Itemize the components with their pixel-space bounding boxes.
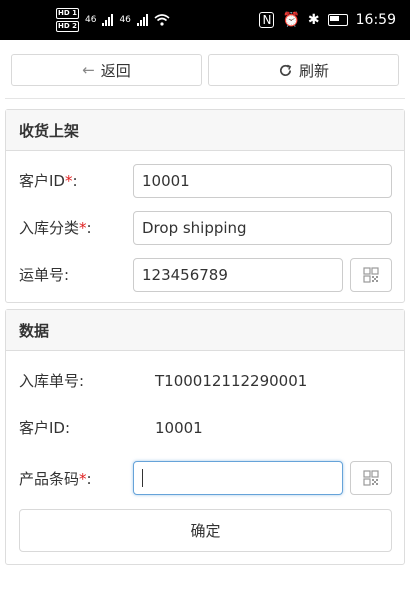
waybill-label: 运单号: — [19, 266, 70, 284]
inbound-no-row: 入库单号: T100012112290001 — [6, 357, 404, 404]
barcode-input[interactable] — [133, 461, 343, 495]
customer-id-row: 客户ID*: 10001 — [6, 157, 404, 204]
scan-qr-button[interactable] — [350, 257, 392, 292]
hd-icon: HD 1 HD 2 — [56, 8, 79, 32]
network-type-1: 46 — [84, 15, 97, 25]
inbound-no-label: 入库单号: — [19, 372, 85, 390]
scan-barcode-button[interactable] — [350, 461, 392, 495]
nfc-icon: N — [259, 12, 275, 28]
refresh-button[interactable]: 刷新 — [208, 54, 399, 86]
customer-id-display-label: 客户ID: — [19, 419, 71, 437]
status-bar: HD 1 HD 2 46 46 N ⏰ ✱ 16:59 — [0, 0, 410, 40]
customer-id-input[interactable]: 10001 — [133, 163, 392, 198]
customer-id-display-row: 客户ID: 10001 — [6, 404, 404, 451]
customer-id-label: 客户ID*: — [19, 172, 78, 190]
status-left: HD 1 HD 2 46 46 — [56, 7, 170, 33]
inbound-no-value: T100012112290001 — [155, 371, 308, 390]
divider — [5, 98, 405, 99]
customer-id-display-value: 10001 — [155, 418, 203, 437]
panel-title: 收货上架 — [6, 110, 404, 151]
waybill-row: 运单号: 123456789 — [6, 251, 404, 298]
barcode-label: 产品条码*: — [19, 469, 92, 488]
waybill-input[interactable]: 123456789 — [133, 257, 343, 292]
signal-icon-2 — [136, 14, 148, 26]
category-input[interactable]: Drop shipping — [133, 210, 392, 245]
status-right: N ⏰ ✱ 16:59 — [259, 12, 396, 28]
receiving-panel: 收货上架 客户ID*: 10001 入库分类*: Drop shipping 运… — [5, 109, 405, 303]
refresh-icon — [280, 64, 292, 76]
network-type-2: 46 — [119, 15, 131, 25]
clock-time: 16:59 — [355, 12, 396, 28]
alarm-icon: ⏰ — [282, 12, 300, 28]
text-caret — [142, 469, 143, 487]
toolbar: ← 返回 刷新 — [0, 40, 410, 86]
panel-title-data: 数据 — [6, 310, 404, 351]
refresh-label: 刷新 — [298, 61, 329, 80]
arrow-left-icon: ← — [82, 61, 95, 79]
category-label: 入库分类*: — [19, 219, 92, 237]
back-button[interactable]: ← 返回 — [11, 54, 202, 86]
wifi-icon — [154, 14, 170, 26]
category-row: 入库分类*: Drop shipping — [6, 204, 404, 251]
confirm-button[interactable]: 确定 — [19, 509, 392, 552]
barcode-row: 产品条码*: — [6, 451, 404, 505]
bluetooth-icon: ✱ — [307, 12, 320, 28]
signal-icon — [102, 14, 114, 26]
back-label: 返回 — [100, 61, 131, 80]
data-panel: 数据 入库单号: T100012112290001 客户ID: 10001 产品… — [5, 309, 405, 565]
qr-code-icon — [363, 470, 379, 486]
battery-icon — [327, 14, 348, 26]
qr-code-icon — [363, 266, 379, 283]
